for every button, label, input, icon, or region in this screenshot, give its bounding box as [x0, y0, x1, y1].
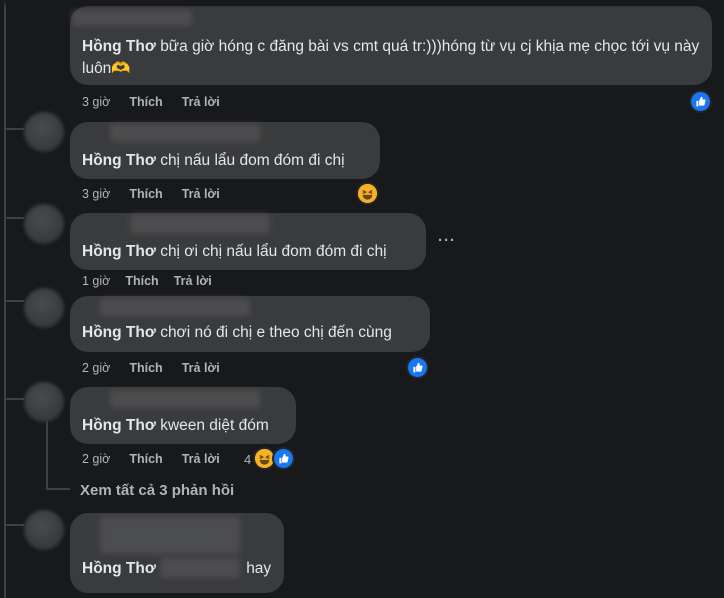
- blurred-region: [160, 558, 240, 578]
- comment-actions: 2 giờ Thích Trả lời: [82, 452, 239, 466]
- comment-actions: 1 giờ Thích Trả lời: [82, 274, 231, 288]
- like-button[interactable]: Thích: [125, 274, 158, 288]
- comment-timestamp[interactable]: 3 giờ: [82, 187, 110, 201]
- blurred-region: [110, 390, 260, 408]
- blurred-region: [130, 214, 270, 234]
- comment-author[interactable]: Hồng Thơ: [82, 243, 156, 260]
- comment-text: chơi nó đi chị e theo chị đến cùng: [160, 324, 392, 341]
- comment-actions: 3 giờ Thích Trả lời: [82, 95, 239, 109]
- like-reaction-icon[interactable]: [691, 92, 710, 111]
- reply-button[interactable]: Trả lời: [182, 361, 220, 375]
- thread-line-branch: [4, 128, 24, 130]
- like-button[interactable]: Thích: [129, 95, 162, 109]
- reaction-count[interactable]: 4: [244, 452, 251, 467]
- thread-line-branch: [4, 524, 24, 526]
- comment-author[interactable]: Hồng Thơ: [82, 38, 156, 55]
- reply-thread-corner: [46, 488, 70, 490]
- haha-reaction-icon[interactable]: [255, 449, 274, 468]
- like-button[interactable]: Thích: [129, 452, 162, 466]
- avatar[interactable]: [24, 288, 64, 328]
- comment-author[interactable]: Hồng Thơ: [82, 560, 156, 577]
- more-options-icon[interactable]: ···: [438, 232, 456, 249]
- comment-author[interactable]: Hồng Thơ: [82, 324, 156, 341]
- reply-button[interactable]: Trả lời: [182, 95, 220, 109]
- comment-actions: 3 giờ Thích Trả lời: [82, 187, 239, 201]
- like-button[interactable]: Thích: [129, 361, 162, 375]
- like-reaction-icon[interactable]: [408, 358, 427, 377]
- blurred-region: [100, 298, 250, 316]
- comment-text: chị nấu lẩu đom đóm đi chị: [160, 152, 345, 169]
- comment-text: chị ơi chị nấu lẩu đom đóm đi chị: [160, 243, 387, 260]
- blurred-region: [100, 516, 240, 554]
- haha-reaction-icon[interactable]: [358, 184, 377, 203]
- reply-button[interactable]: Trả lời: [182, 187, 220, 201]
- reply-thread-line: [46, 420, 48, 488]
- thread-line-main: [4, 0, 6, 598]
- thread-line-branch: [4, 217, 24, 219]
- view-replies-link[interactable]: Xem tất cả 3 phản hồi: [80, 482, 234, 499]
- reply-button[interactable]: Trả lời: [182, 452, 220, 466]
- comment-timestamp[interactable]: 2 giờ: [82, 452, 110, 466]
- comment-timestamp[interactable]: 1 giờ: [82, 274, 110, 288]
- comment-author[interactable]: Hồng Thơ: [82, 152, 156, 169]
- reply-button[interactable]: Trả lời: [174, 274, 212, 288]
- blurred-region: [110, 124, 260, 142]
- avatar[interactable]: [24, 510, 64, 550]
- top-fade: [0, 0, 724, 8]
- thread-line-branch: [4, 398, 24, 400]
- avatar[interactable]: [24, 382, 64, 422]
- thread-line-branch: [4, 300, 24, 302]
- comment-timestamp[interactable]: 2 giờ: [82, 361, 110, 375]
- like-reaction-icon[interactable]: [274, 449, 293, 468]
- avatar[interactable]: [24, 204, 64, 244]
- comment-timestamp[interactable]: 3 giờ: [82, 95, 110, 109]
- comment-text: kween diệt đóm: [160, 417, 269, 434]
- like-button[interactable]: Thích: [129, 187, 162, 201]
- avatar[interactable]: [24, 112, 64, 152]
- blurred-region: [72, 10, 192, 26]
- comment-text: hay: [246, 560, 272, 577]
- comment-author[interactable]: Hồng Thơ: [82, 417, 156, 434]
- comment-actions: 2 giờ Thích Trả lời: [82, 361, 239, 375]
- comment-text: bữa giờ hóng c đăng bài vs cmt quá tr:))…: [82, 38, 700, 77]
